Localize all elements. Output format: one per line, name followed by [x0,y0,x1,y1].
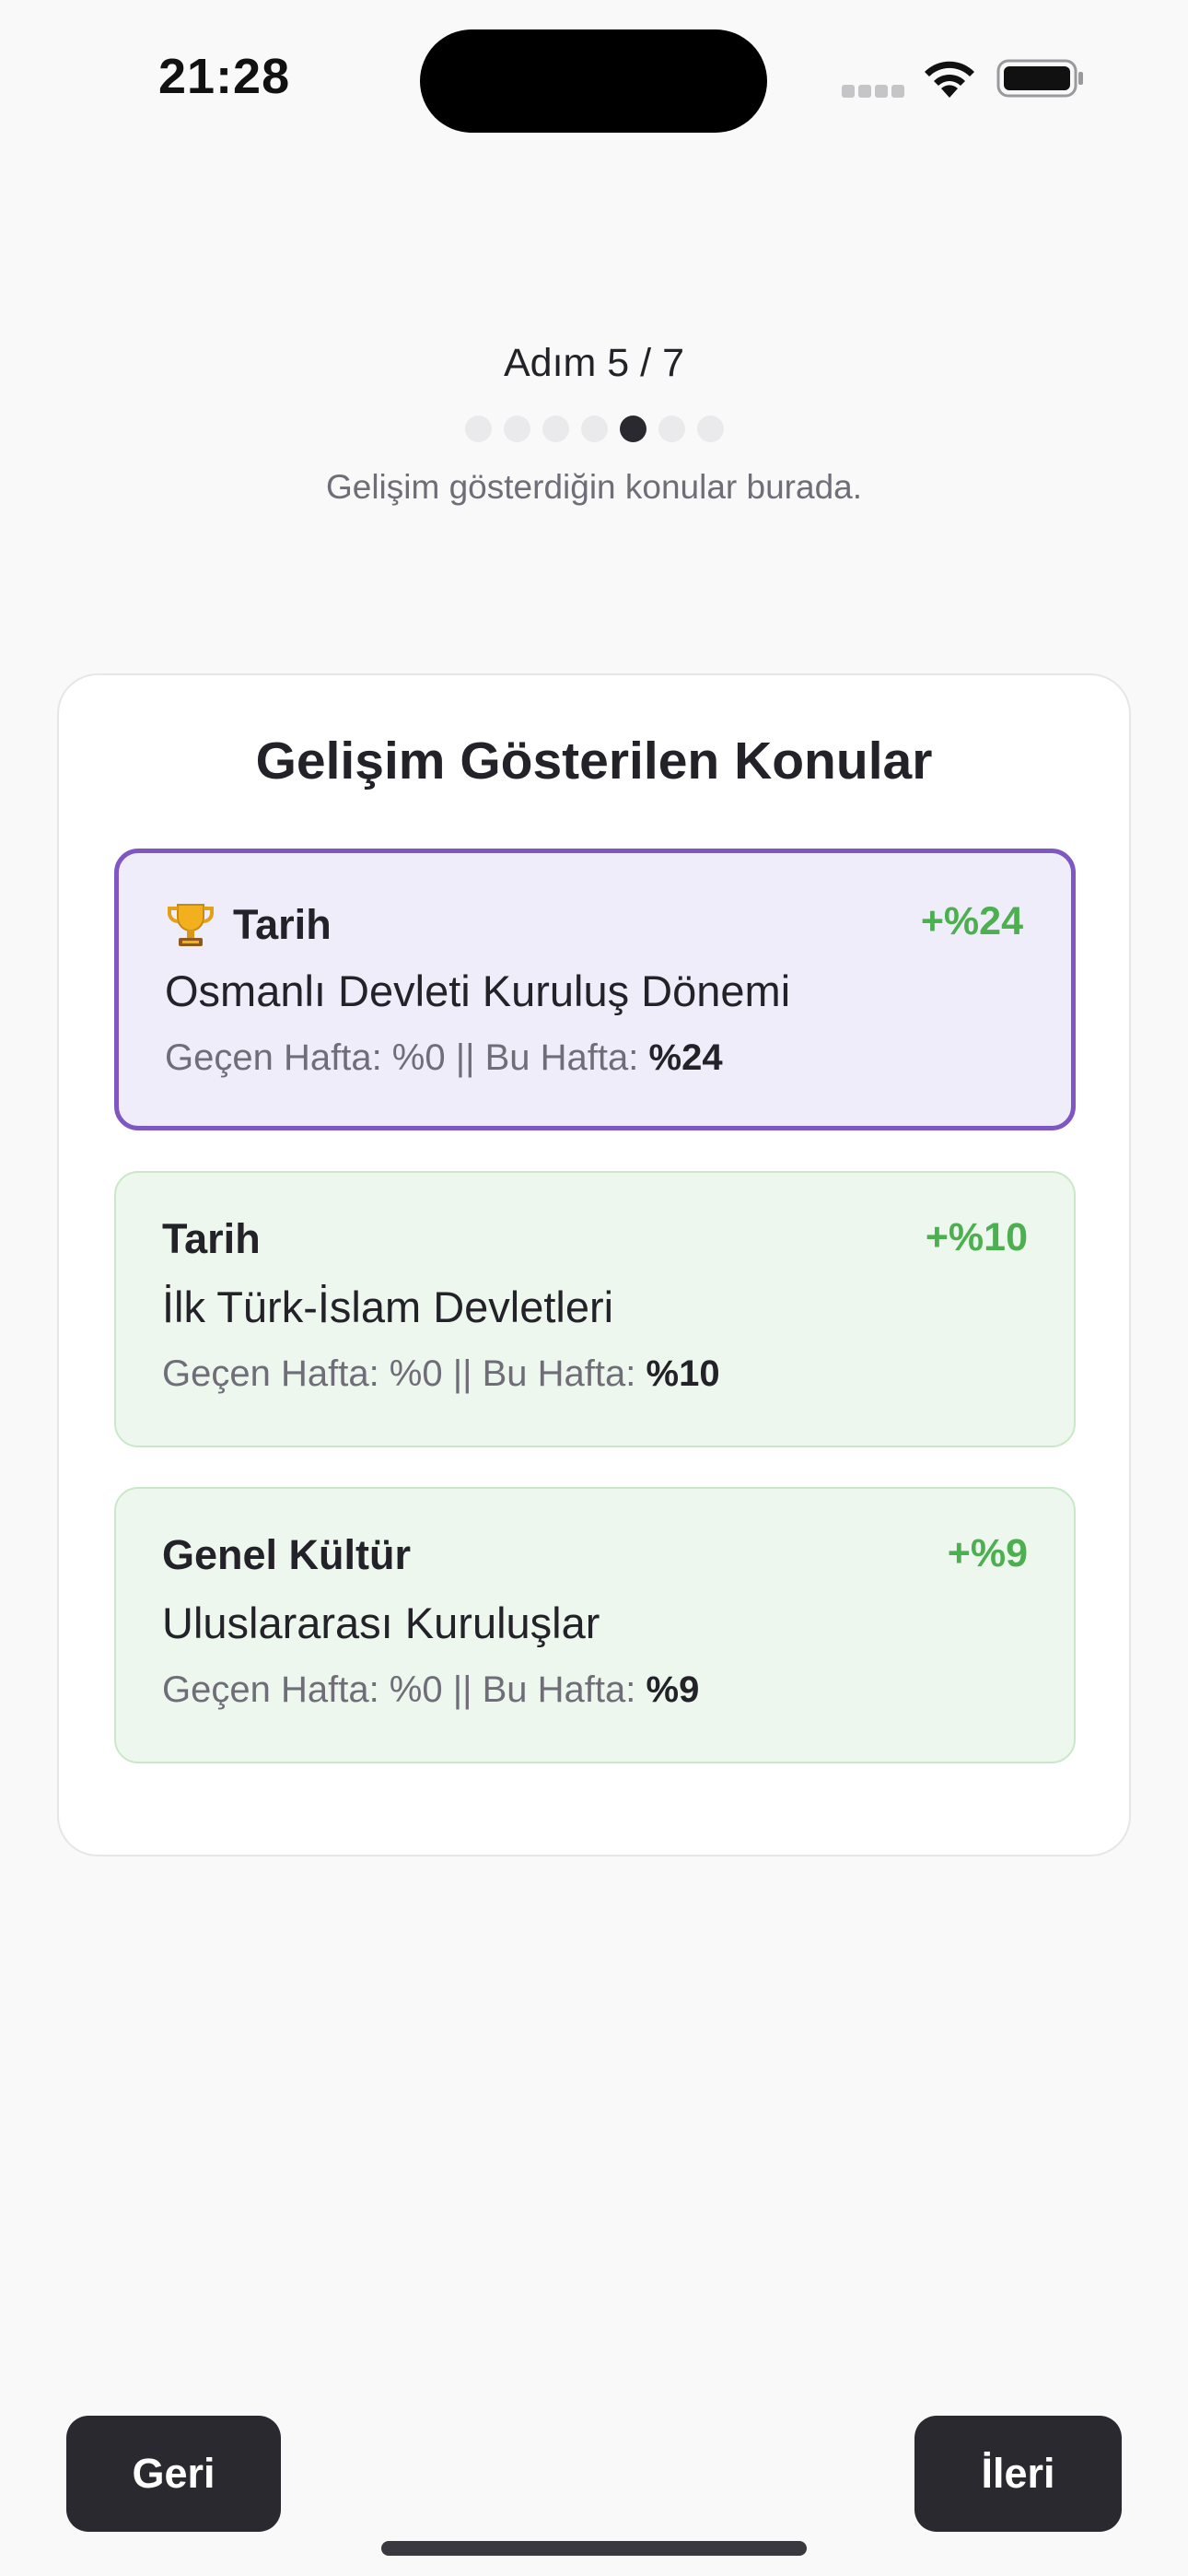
topic-category: Tarih [233,901,332,948]
topic-current-value: %10 [646,1353,720,1394]
step-dot [542,416,569,442]
step-dot [503,416,530,442]
topic-item: Tarih +%10 İlk Türk-İslam Devletleri Geç… [114,1171,1076,1447]
battery-icon [996,59,1083,98]
back-button[interactable]: Geri [66,2416,281,2532]
topic-delta: +%24 [920,899,1023,943]
step-progress-dots [0,416,1188,443]
topic-current-value: %24 [648,1037,723,1078]
topic-stats: Geçen Hafta: %0 || Bu Hafta: %10 [162,1353,720,1394]
topic-stats: Geçen Hafta: %0 || Bu Hafta: %24 [165,1037,723,1078]
wifi-icon [925,61,974,98]
dynamic-island [420,29,767,133]
step-title: Adım 5 / 7 [504,341,684,385]
topic-stats: Geçen Hafta: %0 || Bu Hafta: %9 [162,1669,700,1710]
step-dot [696,416,724,442]
step-dot [464,416,492,442]
cellular-signal-icon [842,85,904,98]
step-dot-active [619,416,646,442]
status-time: 21:28 [158,49,291,104]
card-title: Gelişim Gösterilen Konular [255,732,933,790]
step-dot [580,416,608,442]
topic-delta: +%10 [925,1215,1028,1259]
topic-item: Tarih +%24 Osmanlı Devleti Kuruluş Dönem… [114,849,1076,1130]
step-dot [658,416,685,442]
topic-delta: +%9 [947,1531,1028,1575]
topic-name: Uluslararası Kuruluşlar [162,1598,600,1647]
topic-name: İlk Türk-İslam Devletleri [162,1282,614,1331]
step-subtitle: Gelişim gösterdiğin konular burada. [325,468,863,506]
trophy-icon [168,904,214,946]
topic-category: Tarih [162,1215,261,1262]
topic-category: Genel Kültür [162,1531,412,1578]
topic-item: Genel Kültür +%9 Uluslararası Kuruluşlar… [114,1487,1076,1763]
next-button[interactable]: İleri [914,2416,1122,2532]
status-bar: 21:28 [0,0,1188,157]
topic-current-value: %9 [646,1669,700,1710]
home-indicator [381,2541,807,2556]
topic-name: Osmanlı Devleti Kuruluş Dönemi [165,966,791,1015]
improved-topics-card: Gelişim Gösterilen Konular Tarih +%24 Os… [57,673,1131,1856]
